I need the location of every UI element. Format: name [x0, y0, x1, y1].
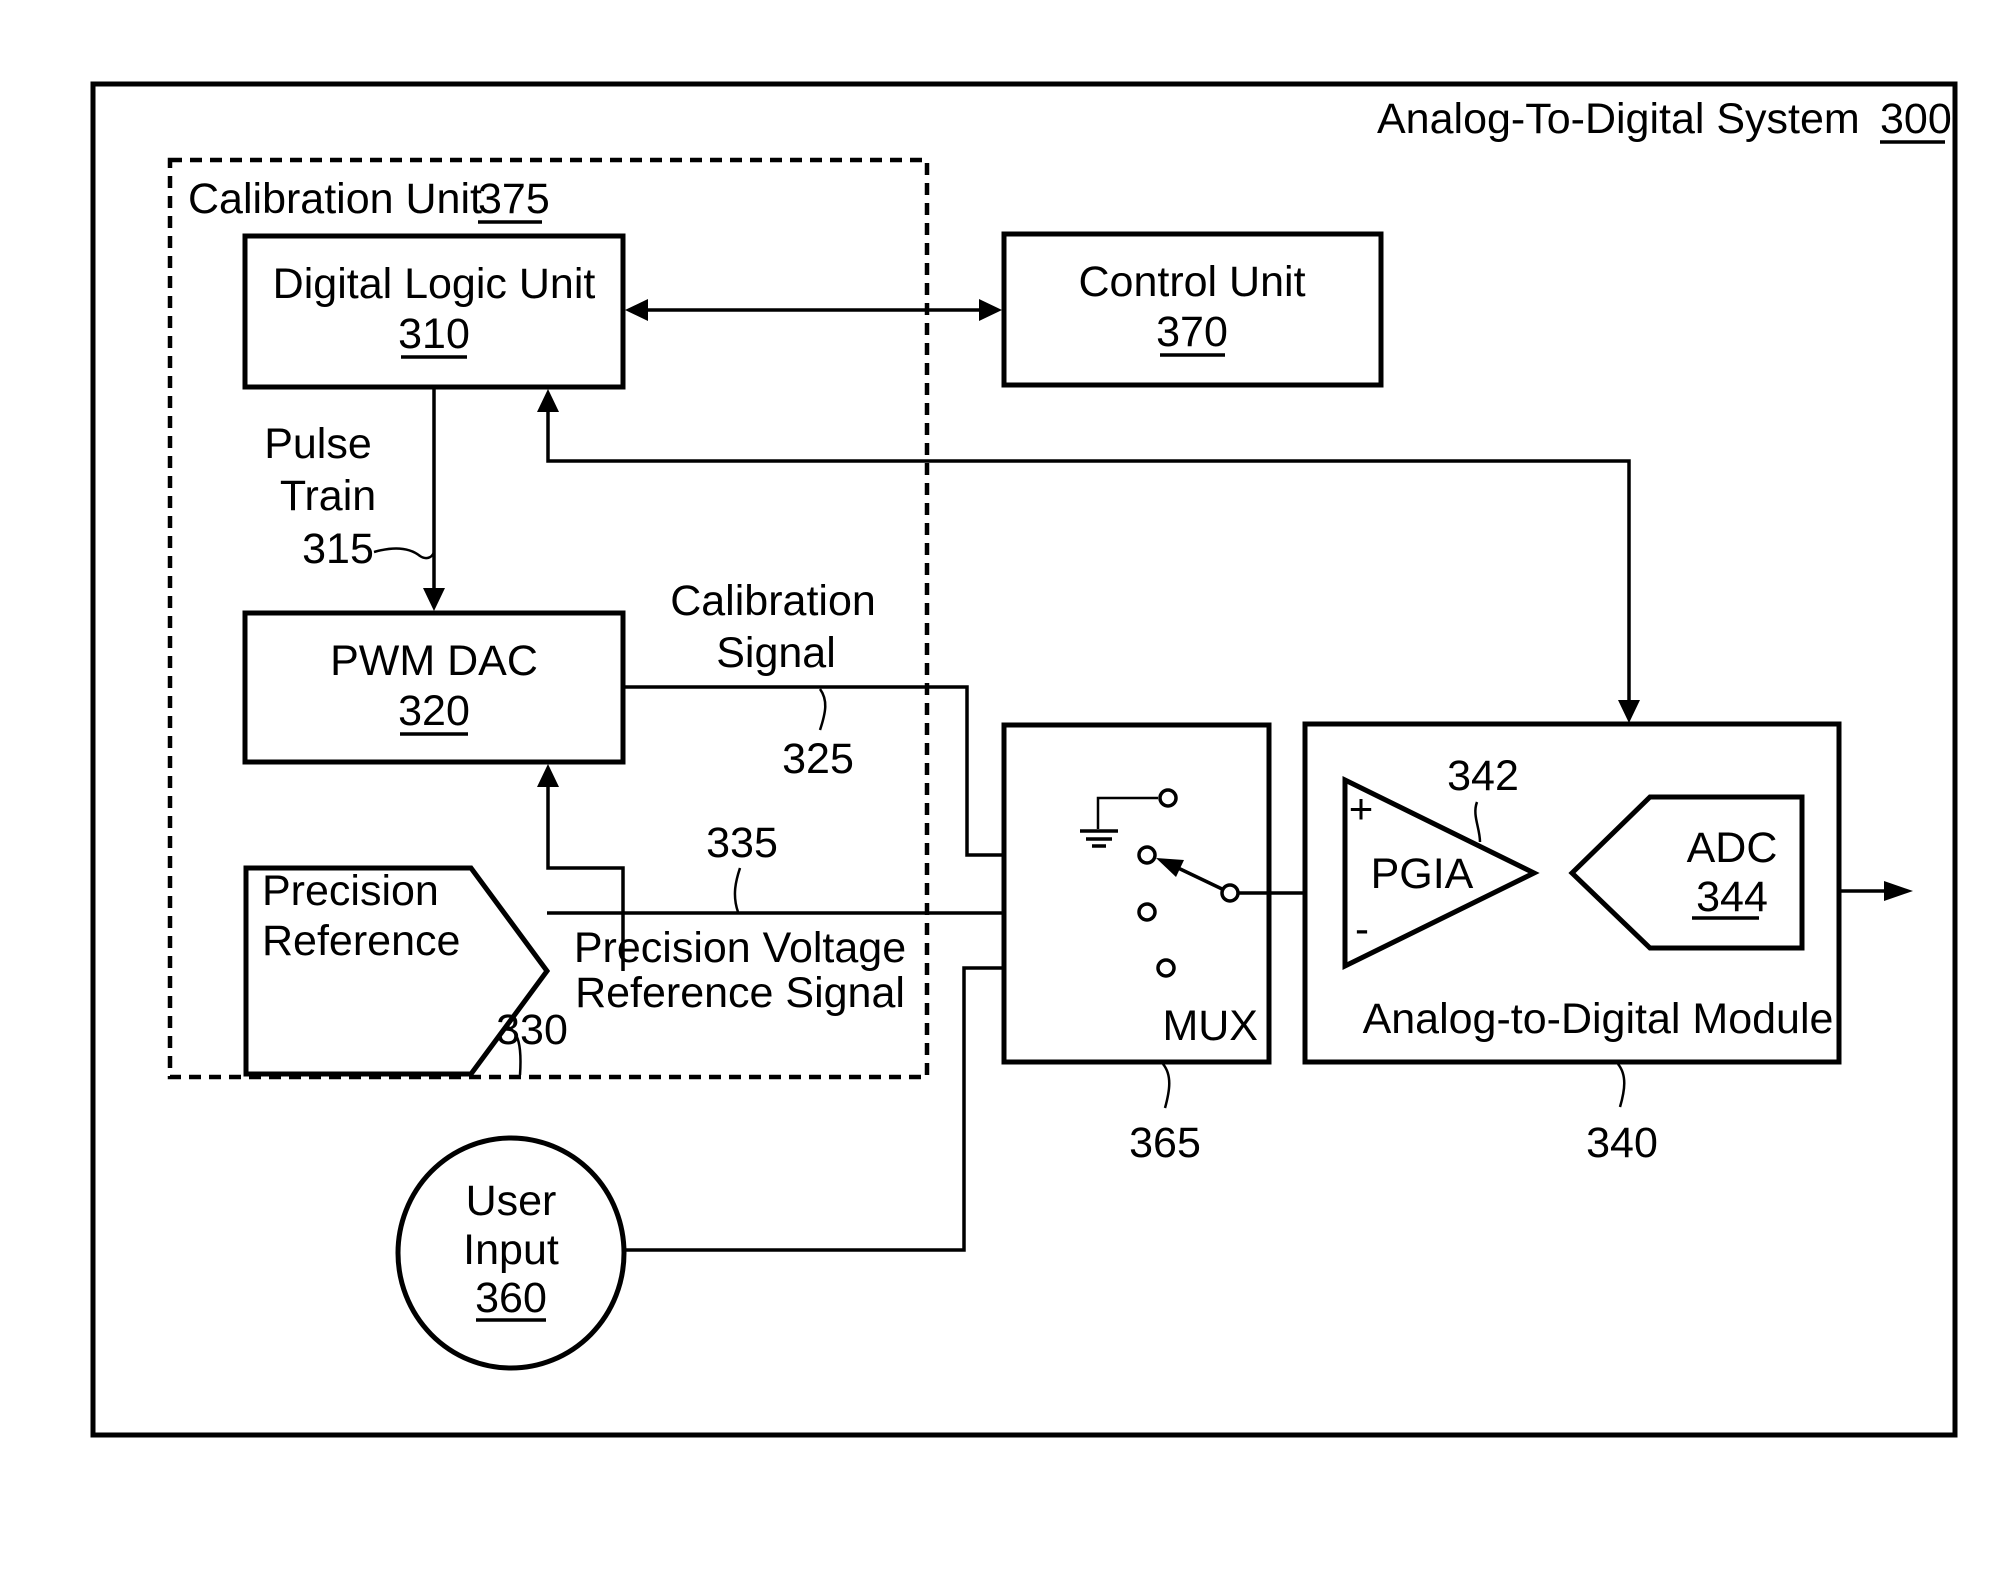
pwm-dac-label: PWM DAC: [330, 637, 538, 685]
user-input-label-2: Input: [463, 1226, 559, 1274]
mux-terminal-ground: [1158, 788, 1178, 808]
mux-ref: 365: [1129, 1119, 1201, 1167]
pgia-label: PGIA: [1371, 850, 1474, 898]
precision-reference-ref: 330: [496, 1006, 568, 1054]
digital-logic-unit-block: Digital Logic Unit 310: [242, 233, 626, 390]
pwm-dac-block: PWM DAC 320: [242, 610, 626, 765]
adm-ref: 340: [1586, 1119, 1658, 1167]
system-title: Analog-To-Digital System: [1377, 95, 1860, 143]
adm-block: + - PGIA 342 ADC 344 Analog-to-Digital M…: [1302, 721, 1842, 1065]
precision-reference-label-2: Reference: [262, 917, 460, 965]
control-unit-block: Control Unit 370: [1001, 231, 1384, 388]
pulse-train-label-1: Pulse: [264, 420, 372, 468]
block-diagram: Analog-To-Digital System 300 Calibration…: [90, 81, 1958, 1438]
user-input-ref: 360: [475, 1274, 547, 1322]
pulse-train-ref: 315: [302, 525, 374, 573]
mux-label: MUX: [1162, 1002, 1258, 1050]
precision-reference-label-1: Precision: [262, 867, 439, 915]
calibration-unit-title: Calibration Unit: [188, 175, 482, 223]
mux-terminal-user: [1156, 958, 1176, 978]
precision-voltage-ref: 335: [706, 819, 778, 867]
calibration-signal-label-1: Calibration: [670, 577, 876, 625]
mux-terminal-common: [1220, 883, 1240, 903]
calibration-signal-label-2: Signal: [716, 629, 836, 677]
digital-logic-unit-label: Digital Logic Unit: [273, 260, 596, 308]
calibration-unit-ref: 375: [478, 175, 550, 223]
user-input-label-1: User: [466, 1177, 557, 1225]
pwm-dac-ref: 320: [398, 687, 470, 735]
mux-terminal-precision: [1137, 902, 1157, 922]
adc-ref: 344: [1696, 873, 1768, 921]
precision-voltage-label-2: Reference Signal: [575, 969, 905, 1017]
pgia-minus: -: [1355, 905, 1369, 952]
control-unit-label: Control Unit: [1078, 258, 1305, 306]
pgia-plus: +: [1349, 785, 1374, 832]
adm-label: Analog-to-Digital Module: [1363, 995, 1834, 1043]
system-ref: 300: [1880, 95, 1952, 143]
adc-label: ADC: [1687, 824, 1778, 872]
mux-terminal-calibration: [1137, 845, 1157, 865]
control-unit-ref: 370: [1156, 308, 1228, 356]
pgia-ref: 342: [1447, 752, 1519, 800]
calibration-signal-ref: 325: [782, 735, 854, 783]
user-input-block: User Input 360: [395, 1135, 627, 1371]
pulse-train-label-2: Train: [280, 472, 376, 520]
mux-block: MUX: [1001, 722, 1272, 1065]
precision-voltage-label-1: Precision Voltage: [574, 924, 906, 972]
digital-logic-unit-ref: 310: [398, 310, 470, 358]
